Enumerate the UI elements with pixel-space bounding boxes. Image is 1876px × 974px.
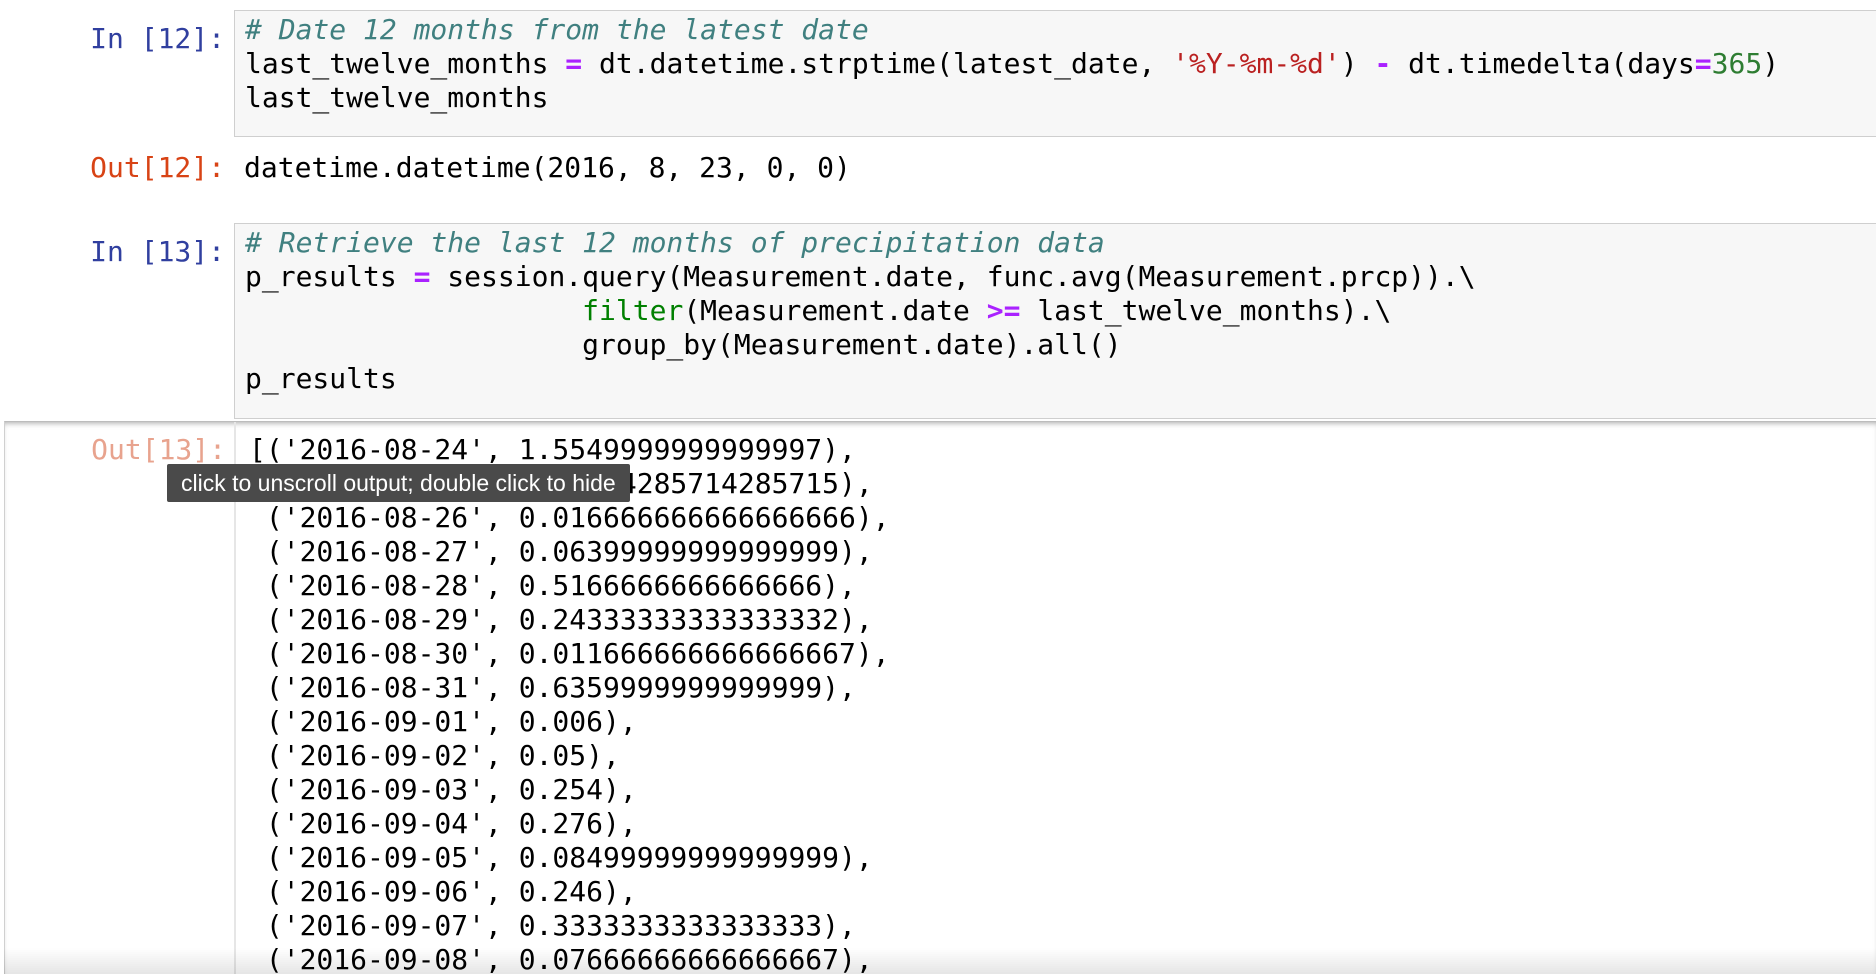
code-token: '%Y-%m-%d' (1172, 47, 1341, 80)
code-line: # Date 12 months from the latest date (245, 13, 1876, 47)
output-line: ('2016-08-31', 0.6359999999999999), (249, 671, 856, 704)
code-token: # Date 12 months from the latest date (245, 13, 869, 46)
in-prompt: In [13]: (90, 235, 225, 268)
output-line: ('2016-08-29', 0.24333333333333332), (249, 603, 873, 636)
code-token: p_results (245, 362, 397, 395)
cell-output-list: [('2016-08-24', 1.5549999999999997), ('2… (249, 433, 890, 974)
output-line: ('2016-09-04', 0.276), (249, 807, 637, 840)
code-token: last_twelve_months (245, 81, 549, 114)
code-token: # Retrieve the last 12 months of precipi… (245, 226, 1105, 259)
code-token: dt.datetime.strptime(latest_date, (582, 47, 1173, 80)
output-line: [('2016-08-24', 1.5549999999999997), (249, 433, 856, 466)
cell-output: datetime.datetime(2016, 8, 23, 0, 0) (244, 151, 851, 184)
code-line: last_twelve_months = dt.datetime.strptim… (245, 47, 1876, 81)
out-prompt[interactable]: Out[13]: (5, 433, 226, 467)
code-line: filter(Measurement.date >= last_twelve_m… (245, 294, 1876, 328)
output-line: ('2016-09-02', 0.05), (249, 739, 620, 772)
scrolled-output-area[interactable]: Out[13]: [('2016-08-24', 1.5549999999999… (4, 421, 1876, 974)
output-line: ('2016-09-05', 0.08499999999999999), (249, 841, 873, 874)
code-token: (Measurement.date (683, 294, 987, 327)
code-token: = (565, 47, 583, 80)
code-token: session.query(Measurement.date, func.avg… (430, 260, 1476, 293)
code-token: = (413, 260, 431, 293)
output-line: ('2016-09-03', 0.254), (249, 773, 637, 806)
code-token: >= (986, 294, 1021, 327)
output-line: ('2016-08-27', 0.06399999999999999), (249, 535, 873, 568)
output-line: ('2016-09-06', 0.246), (249, 875, 637, 908)
code-token: ) (1762, 47, 1780, 80)
output-line: ('2016-08-28', 0.5166666666666666), (249, 569, 856, 602)
output-line: ('2016-08-30', 0.011666666666666667), (249, 637, 890, 670)
code-input[interactable]: # Date 12 months from the latest date las… (234, 10, 1876, 137)
code-token: last_twelve_months (245, 47, 566, 80)
output-line: ('2016-09-01', 0.006), (249, 705, 637, 738)
output-line: ('2016-09-07', 0.3333333333333333), (249, 909, 856, 942)
code-token: - (1374, 47, 1392, 80)
code-token: 365 (1711, 47, 1763, 80)
code-input[interactable]: # Retrieve the last 12 months of precipi… (234, 223, 1876, 419)
code-token: group_by(Measurement.date).all() (245, 328, 1122, 361)
out-prompt: Out[12]: (90, 151, 225, 184)
code-line: last_twelve_months (245, 81, 1876, 115)
code-line: p_results (245, 362, 1876, 396)
code-line: group_by(Measurement.date).all() (245, 328, 1876, 362)
code-token: p_results (245, 260, 414, 293)
code-token: = (1694, 47, 1712, 80)
output-line: ('2016-08-26', 0.016666666666666666), (249, 501, 890, 534)
scroll-fade (4, 948, 1876, 974)
unscroll-tooltip: click to unscroll output; double click t… (167, 464, 630, 502)
code-line: p_results = session.query(Measurement.da… (245, 260, 1876, 294)
code-token: last_twelve_months).\ (1020, 294, 1392, 327)
code-token: ) (1340, 47, 1375, 80)
code-token: filter (582, 294, 684, 327)
code-line: # Retrieve the last 12 months of precipi… (245, 226, 1876, 260)
in-prompt: In [12]: (90, 22, 225, 55)
code-token: dt.timedelta(days (1391, 47, 1695, 80)
